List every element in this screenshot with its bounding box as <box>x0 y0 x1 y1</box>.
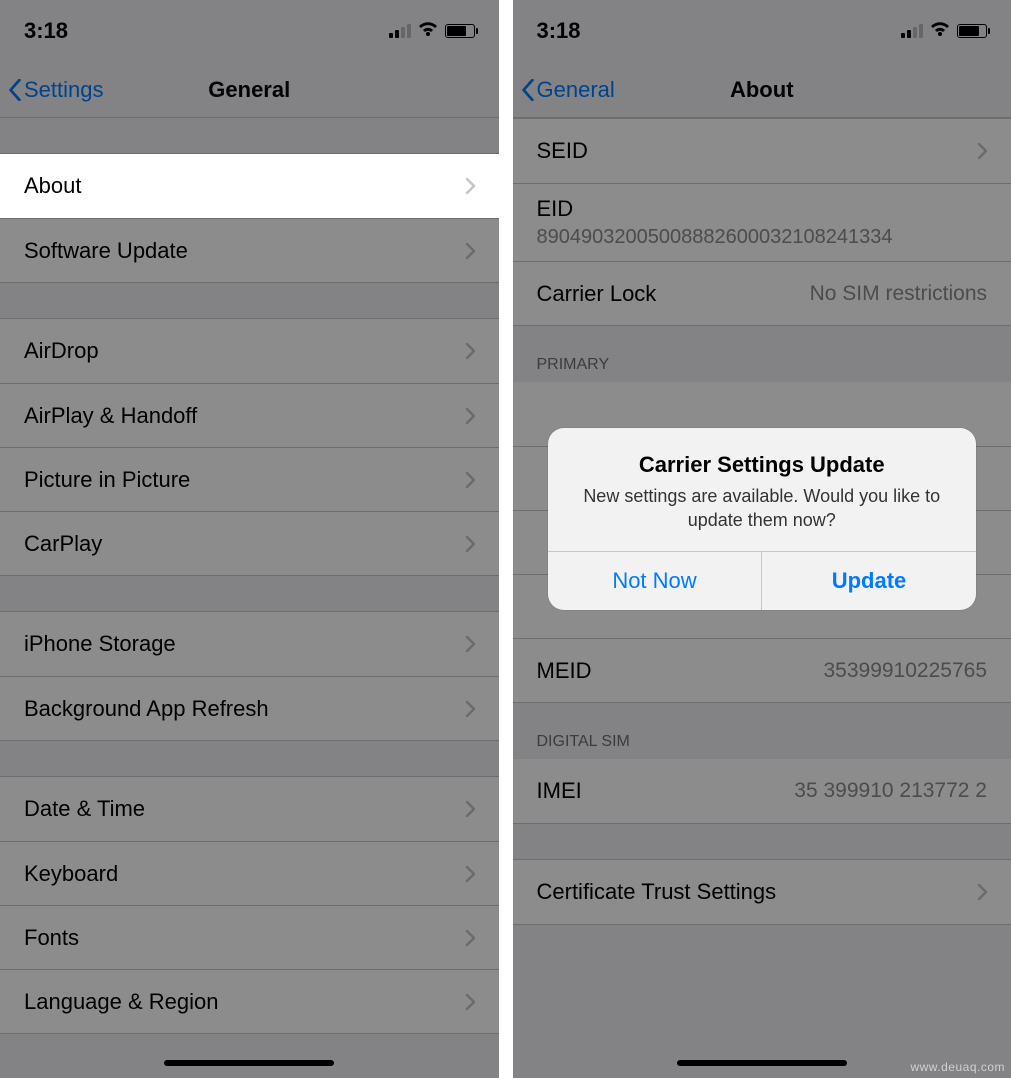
status-bar: 3:18 <box>513 0 1011 62</box>
row-value: 35 399910 213772 2 <box>794 779 987 803</box>
row-label: Software Update <box>24 238 188 264</box>
group-spacer <box>0 741 499 777</box>
chevron-left-icon <box>8 79 22 101</box>
row-picture-in-picture[interactable]: Picture in Picture <box>0 447 499 511</box>
home-indicator <box>164 1060 334 1066</box>
group-spacer <box>0 576 499 612</box>
battery-icon <box>957 24 987 38</box>
row-software-update[interactable]: Software Update <box>0 218 499 282</box>
modal-title: Carrier Settings Update <box>568 452 956 478</box>
row-label: About <box>24 173 82 199</box>
battery-icon <box>445 24 475 38</box>
row-label: Certificate Trust Settings <box>537 879 777 905</box>
chevron-right-icon <box>465 408 475 424</box>
navbar: General About <box>513 62 1011 118</box>
row-label: MEID <box>537 658 592 684</box>
page-title: General <box>208 77 290 103</box>
phone-general: 3:18 Settings General About Software Upd… <box>0 0 499 1078</box>
row-label: Language & Region <box>24 989 219 1015</box>
back-button-settings[interactable]: Settings <box>8 77 104 103</box>
section-primary: PRIMARY <box>513 326 1011 382</box>
watermark: www.deuaq.com <box>910 1060 1005 1074</box>
row-label: Carrier Lock <box>537 281 657 307</box>
row-language-region[interactable]: Language & Region <box>0 969 499 1033</box>
chevron-left-icon <box>521 79 535 101</box>
page-title: About <box>730 77 794 103</box>
group-spacer <box>513 824 1011 860</box>
chevron-right-icon <box>465 701 475 717</box>
row-label: EID <box>537 196 574 222</box>
back-label: Settings <box>24 77 104 103</box>
row-certificate-trust[interactable]: Certificate Trust Settings <box>513 860 1011 924</box>
back-label: General <box>537 77 615 103</box>
row-label: Keyboard <box>24 861 118 887</box>
row-label: SEID <box>537 138 588 164</box>
modal-message: New settings are available. Would you li… <box>568 484 956 533</box>
status-icons <box>901 21 987 41</box>
row-label: CarPlay <box>24 531 102 557</box>
row-label: Picture in Picture <box>24 467 190 493</box>
row-date-time[interactable]: Date & Time <box>0 777 499 841</box>
row-value: 89049032005008882600032108241334 <box>537 226 893 249</box>
section-digital-sim: DIGITAL SIM <box>513 703 1011 759</box>
chevron-right-icon <box>465 178 475 194</box>
row-imei[interactable]: IMEI 35 399910 213772 2 <box>513 759 1011 823</box>
back-button-general[interactable]: General <box>521 77 615 103</box>
group-spacer <box>0 118 499 154</box>
row-meid[interactable]: MEID 35399910225765 <box>513 638 1011 702</box>
row-seid[interactable]: SEID <box>513 119 1011 183</box>
row-label: Date & Time <box>24 796 145 822</box>
row-background-app-refresh[interactable]: Background App Refresh <box>0 676 499 740</box>
chevron-right-icon <box>465 636 475 652</box>
carrier-update-modal: Carrier Settings Update New settings are… <box>548 428 976 610</box>
modal-update-button[interactable]: Update <box>761 552 976 610</box>
row-carrier-lock[interactable]: Carrier Lock No SIM restrictions <box>513 261 1011 325</box>
modal-not-now-button[interactable]: Not Now <box>548 552 762 610</box>
chevron-right-icon <box>465 243 475 259</box>
row-eid[interactable]: EID 89049032005008882600032108241334 <box>513 183 1011 261</box>
group-spacer <box>0 283 499 319</box>
chevron-right-icon <box>977 884 987 900</box>
row-label: iPhone Storage <box>24 631 176 657</box>
wifi-icon <box>929 21 951 41</box>
chevron-right-icon <box>465 930 475 946</box>
row-carplay[interactable]: CarPlay <box>0 511 499 575</box>
row-label: IMEI <box>537 778 582 804</box>
row-iphone-storage[interactable]: iPhone Storage <box>0 612 499 676</box>
row-label: Fonts <box>24 925 79 951</box>
home-indicator <box>677 1060 847 1066</box>
status-icons <box>389 21 475 41</box>
row-airplay-handoff[interactable]: AirPlay & Handoff <box>0 383 499 447</box>
chevron-right-icon <box>465 866 475 882</box>
status-time: 3:18 <box>24 18 68 44</box>
cellular-signal-icon <box>389 24 411 38</box>
wifi-icon <box>417 21 439 41</box>
phone-about: 3:18 General About SEID EID 890490320050… <box>513 0 1011 1078</box>
row-fonts[interactable]: Fonts <box>0 905 499 969</box>
row-label: AirPlay & Handoff <box>24 403 197 429</box>
row-value: 35399910225765 <box>823 659 987 683</box>
chevron-right-icon <box>465 536 475 552</box>
chevron-right-icon <box>465 472 475 488</box>
chevron-right-icon <box>977 143 987 159</box>
chevron-right-icon <box>465 994 475 1010</box>
status-time: 3:18 <box>537 18 581 44</box>
chevron-right-icon <box>465 343 475 359</box>
row-label: AirDrop <box>24 338 99 364</box>
row-label: Background App Refresh <box>24 696 269 722</box>
row-keyboard[interactable]: Keyboard <box>0 841 499 905</box>
row-airdrop[interactable]: AirDrop <box>0 319 499 383</box>
row-about[interactable]: About <box>0 154 499 218</box>
navbar: Settings General <box>0 62 499 118</box>
status-bar: 3:18 <box>0 0 499 62</box>
row-value: No SIM restrictions <box>810 282 987 306</box>
cellular-signal-icon <box>901 24 923 38</box>
chevron-right-icon <box>465 801 475 817</box>
